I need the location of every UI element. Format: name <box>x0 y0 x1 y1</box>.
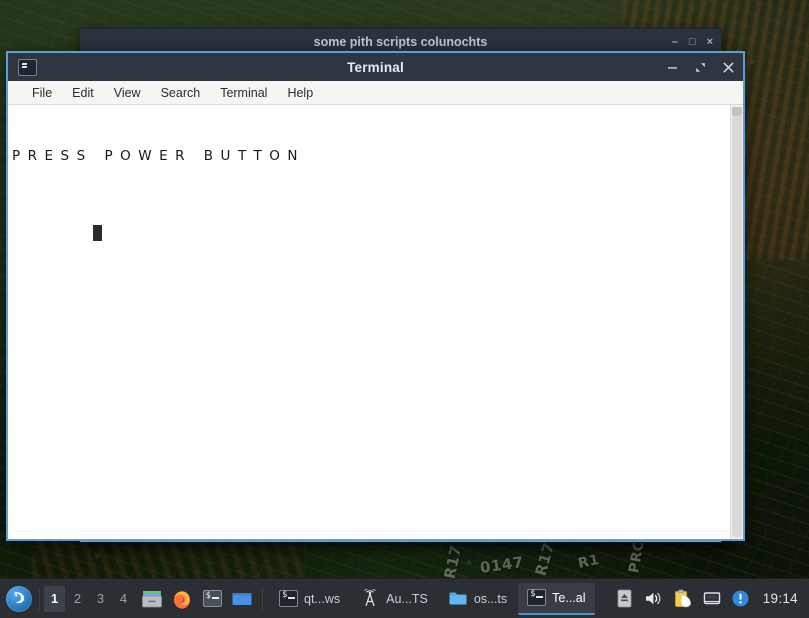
workspace-pager[interactable]: 1 2 3 4 <box>43 582 135 616</box>
background-close-button[interactable]: × <box>707 36 713 48</box>
terminal-menubar[interactable]: File Edit View Search Terminal Help <box>8 81 743 105</box>
window-button-label: os...ts <box>473 591 508 606</box>
window-button-au[interactable]: Au...TS <box>351 583 437 615</box>
window-button-label: qt...ws <box>304 591 341 606</box>
firefox-icon[interactable] <box>169 586 195 612</box>
text-editor-icon[interactable] <box>229 586 255 612</box>
window-button-qt[interactable]: $ qt...ws <box>270 583 349 615</box>
terminal-icon <box>18 58 37 76</box>
window-button-label: Te...al <box>552 590 586 605</box>
menu-file[interactable]: File <box>22 83 62 103</box>
menu-edit[interactable]: Edit <box>62 83 104 103</box>
terminal-window[interactable]: Terminal File Edit View Search Terminal … <box>6 51 745 541</box>
terminal-screen[interactable]: PRESS POWER BUTTON <box>8 105 730 539</box>
menu-terminal[interactable]: Terminal <box>210 83 277 103</box>
taskbar[interactable]: 1 2 3 4 $ $ qt...ws Au...TS os...ts $ Te… <box>0 578 809 618</box>
maximize-icon[interactable] <box>693 58 708 76</box>
close-icon[interactable] <box>721 58 736 76</box>
underscore-glyph <box>211 597 219 599</box>
terminal-cursor <box>93 225 103 241</box>
menu-search[interactable]: Search <box>151 83 211 103</box>
terminal-icon: $ <box>527 589 547 606</box>
window-list[interactable]: $ qt...ws Au...TS os...ts $ Te...al <box>266 582 608 615</box>
menu-help[interactable]: Help <box>277 83 323 103</box>
menu-view[interactable]: View <box>104 83 151 103</box>
terminal-output-line: PRESS POWER BUTTON <box>12 148 305 164</box>
dollar-glyph: $ <box>205 591 211 601</box>
window-button-terminal[interactable]: $ Te...al <box>518 582 595 615</box>
terminal-cursor-line <box>12 204 730 263</box>
background-maximize-button[interactable]: □ <box>689 36 696 48</box>
antenna-icon <box>360 588 380 609</box>
folder-icon <box>448 590 468 607</box>
terminal-titlebar[interactable]: Terminal <box>8 53 743 81</box>
terminal-prompt-icon: $ <box>202 590 222 607</box>
system-tray[interactable] <box>608 588 758 610</box>
terminal-scrollbar[interactable] <box>730 105 743 539</box>
window-button-os[interactable]: os...ts <box>439 583 516 615</box>
notification-badge[interactable] <box>730 588 752 610</box>
network-icon[interactable] <box>701 588 723 610</box>
background-window-title: some pith scripts colunochts <box>313 35 488 49</box>
terminal-window-controls[interactable] <box>665 53 736 81</box>
workspace-2[interactable]: 2 <box>67 586 88 612</box>
terminal-scrollbar-track[interactable] <box>732 116 742 537</box>
workspace-3[interactable]: 3 <box>90 586 111 612</box>
file-manager-icon[interactable] <box>139 586 165 612</box>
terminal-body[interactable]: PRESS POWER BUTTON <box>8 105 743 539</box>
workspace-1[interactable]: 1 <box>44 585 65 612</box>
terminal-icon: $ <box>279 590 298 607</box>
window-button-label: Au...TS <box>386 591 428 606</box>
clock[interactable]: 19:14 <box>758 591 807 606</box>
terminal-launcher-icon[interactable]: $ <box>199 586 225 612</box>
terminal-window-title: Terminal <box>347 59 404 75</box>
taskbar-separator <box>39 586 40 611</box>
xfce-mouse-icon <box>6 585 32 612</box>
workspace-4[interactable]: 4 <box>113 586 134 612</box>
eject-media-icon[interactable] <box>614 588 636 610</box>
terminal-scrollbar-thumb[interactable] <box>732 107 742 116</box>
desktop[interactable]: R17 0147 R17 R1 PRO some pith scripts co… <box>0 0 809 618</box>
applications-menu[interactable] <box>2 582 36 616</box>
volume-icon[interactable] <box>643 588 665 610</box>
minimize-icon[interactable] <box>665 58 680 76</box>
taskbar-separator <box>262 586 263 611</box>
quick-launchers[interactable]: $ <box>135 586 259 612</box>
clipboard-manager-icon[interactable] <box>672 588 694 610</box>
background-minimize-button[interactable]: – <box>672 36 678 48</box>
